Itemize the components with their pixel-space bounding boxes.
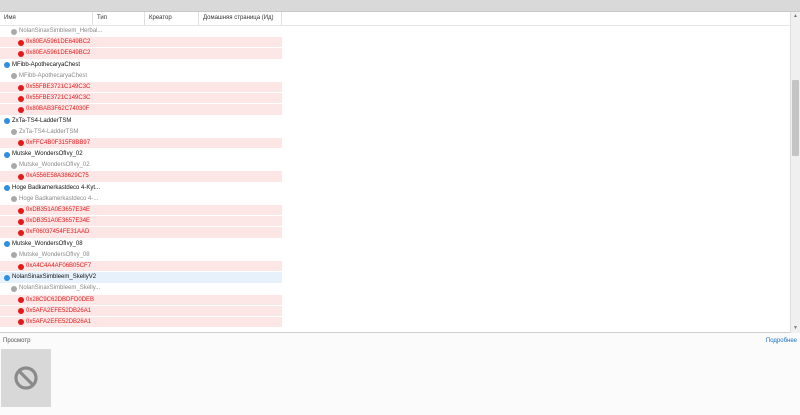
status-dot-icon: [11, 129, 17, 136]
scroll-up-arrow-icon[interactable]: ▲: [791, 12, 800, 21]
row-label: 0xDB351A0E3657E34E: [26, 218, 91, 225]
conflict-row[interactable]: 0xDB351A0E3657E34E: [0, 216, 282, 228]
row-label: Mutske_WondersOfIvy_08: [12, 240, 83, 247]
package-row[interactable]: MFibb-ApothecaryaChest: [0, 71, 282, 82]
conflict-row[interactable]: 0x80BAB3F62C74030F: [0, 104, 282, 116]
conflict-row[interactable]: 0xA4C4A4AF06B05CF7: [0, 260, 282, 273]
row-label: 0x80EA5961DE649BC2: [26, 39, 91, 46]
preview-label: Просмотр: [3, 338, 31, 344]
conflict-row[interactable]: 0x55FBE3721C149C3C: [0, 81, 282, 94]
status-dot-icon: [18, 84, 24, 91]
status-dot-icon: [11, 196, 17, 203]
row-label: 0x28C9C62DBDFD0DEB: [26, 296, 95, 303]
status-dot-icon: [18, 308, 24, 315]
mod-group-row[interactable]: MFibb-ApothecaryaChest: [0, 60, 282, 71]
status-dot-icon: [18, 229, 24, 236]
status-dot-icon: [18, 218, 24, 225]
status-dot-icon: [18, 140, 24, 147]
conflict-row[interactable]: 0xA556E58A38629C75: [0, 171, 282, 183]
status-dot-icon: [18, 207, 24, 214]
row-label: 0x80EA5961DE649BC2: [26, 50, 91, 57]
column-header-type[interactable]: Тип: [93, 12, 145, 25]
no-image-icon: [14, 366, 38, 390]
status-dot-icon: [18, 297, 24, 304]
row-label: ZxTa-TS4-LadderTSM: [19, 128, 79, 135]
mod-group-row[interactable]: ZxTa-TS4-LadderTSM: [0, 116, 282, 127]
conflict-row[interactable]: 0xF06037454FE31AAD: [0, 227, 282, 239]
row-label: 0xF06037454FE31AAD: [26, 229, 90, 236]
row-label: MFibb-ApothecaryaChest: [12, 61, 81, 68]
row-label: Hoge Badkamerkastdeco 4-Kyt...: [12, 184, 101, 191]
mod-rows: NolanSinaxSimbleem_Herbal... 0x80EA5961DE…: [0, 26, 282, 329]
mod-group-row[interactable]: Hoge Badkamerkastdeco 4-Kyt...: [0, 183, 282, 194]
package-row[interactable]: NolanSinaxSimbleem_Herbal...: [0, 26, 282, 37]
row-label: NolanSinaxSimbleem_SkellyV2: [12, 274, 97, 281]
row-label: ZxTa-TS4-LadderTSM: [12, 117, 72, 124]
row-label: Mutske_WondersOfIvy_02: [19, 162, 90, 169]
package-row[interactable]: Hoge Badkamerkastdeco 4-...: [0, 194, 282, 205]
row-label: NolanSinaxSimbleem_Herbal...: [19, 28, 103, 34]
package-row[interactable]: Mutske_WondersOfIvy_08: [0, 250, 282, 261]
mod-group-row[interactable]: NolanSinaxSimbleem_SkellyV2: [0, 272, 282, 284]
status-dot-icon: [18, 263, 24, 270]
conflict-row[interactable]: 0xFFC4B0F315F8BB97: [0, 137, 282, 150]
row-label: 0x5AFA2EFE52DB26A1: [26, 318, 92, 325]
status-dot-icon: [18, 319, 24, 326]
details-link[interactable]: Подробнее: [766, 338, 797, 344]
column-header-name[interactable]: Имя: [0, 12, 93, 25]
status-dot-icon: [11, 162, 17, 169]
status-dot-icon: [18, 174, 24, 181]
status-dot-icon: [18, 39, 24, 46]
mod-list-grid: Имя Тип Креатор Домашняя страница (Ид) N…: [0, 12, 790, 333]
scroll-thumb[interactable]: [792, 80, 799, 156]
conflict-row[interactable]: 0x5AFA2EFE52DB26A1: [0, 316, 282, 329]
row-label: 0xA4C4A4AF06B05CF7: [26, 262, 92, 269]
status-dot-icon: [11, 73, 17, 80]
row-label: 0xDB351A0E3657E34E: [26, 207, 91, 213]
package-row[interactable]: Mutske_WondersOfIvy_02: [0, 160, 282, 171]
status-dot-icon: [18, 50, 24, 57]
column-header-row: Имя Тип Креатор Домашняя страница (Ид): [0, 12, 790, 26]
row-label: Mutske_WondersOfIvy_08: [19, 251, 90, 258]
conflict-row[interactable]: 0x28C9C62DBDFD0DEB: [0, 294, 282, 306]
scroll-down-arrow-icon[interactable]: ▼: [791, 324, 800, 333]
status-dot-icon: [11, 28, 17, 35]
row-label: 0x5AFA2EFE52DB26A1: [26, 307, 92, 314]
package-row[interactable]: NolanSinaxSimbleem_Skelly...: [0, 283, 282, 294]
status-dot-icon: [4, 118, 10, 125]
row-label: 0x55FBE3721C149C3C: [26, 83, 91, 90]
conflict-row[interactable]: 0x5AFA2EFE52DB26A1: [0, 305, 282, 317]
title-bar: [0, 0, 800, 12]
mod-group-row[interactable]: Mutske_WondersOfIvy_02: [0, 149, 282, 160]
conflict-row[interactable]: 0x55FBE3721C149C3C: [0, 93, 282, 105]
status-dot-icon: [4, 241, 10, 248]
package-row[interactable]: ZxTa-TS4-LadderTSM: [0, 127, 282, 138]
status-dot-icon: [4, 185, 10, 192]
row-label: 0x55FBE3721C149C3C: [26, 95, 91, 102]
column-header-creator[interactable]: Креатор: [145, 12, 199, 25]
row-label: Hoge Badkamerkastdeco 4-...: [19, 195, 99, 202]
row-label: Mutske_WondersOfIvy_02: [12, 151, 83, 158]
row-label: 0xFFC4B0F315F8BB97: [26, 139, 91, 146]
status-dot-icon: [18, 95, 24, 102]
conflict-row[interactable]: 0x80EA5961DE649BC2: [0, 48, 282, 60]
status-dot-icon: [11, 252, 17, 259]
conflict-row[interactable]: 0xDB351A0E3657E34E: [0, 205, 282, 217]
conflict-row[interactable]: 0x80EA5961DE649BC2: [0, 37, 282, 49]
mod-group-row[interactable]: Mutske_WondersOfIvy_08: [0, 239, 282, 250]
row-label: NolanSinaxSimbleem_Skelly...: [19, 285, 101, 292]
status-dot-icon: [4, 274, 10, 281]
status-dot-icon: [4, 62, 10, 69]
row-label: MFibb-ApothecaryaChest: [19, 72, 88, 79]
status-dot-icon: [4, 151, 10, 158]
row-label: 0xA556E58A38629C75: [26, 173, 89, 180]
row-label: 0x80BAB3F62C74030F: [26, 106, 90, 113]
status-dot-icon: [11, 285, 17, 292]
vertical-scrollbar[interactable]: ▲ ▼: [790, 12, 800, 333]
column-header-homepage[interactable]: Домашняя страница (Ид): [199, 12, 282, 25]
status-dot-icon: [18, 106, 24, 113]
preview-thumbnail: [1, 349, 51, 407]
